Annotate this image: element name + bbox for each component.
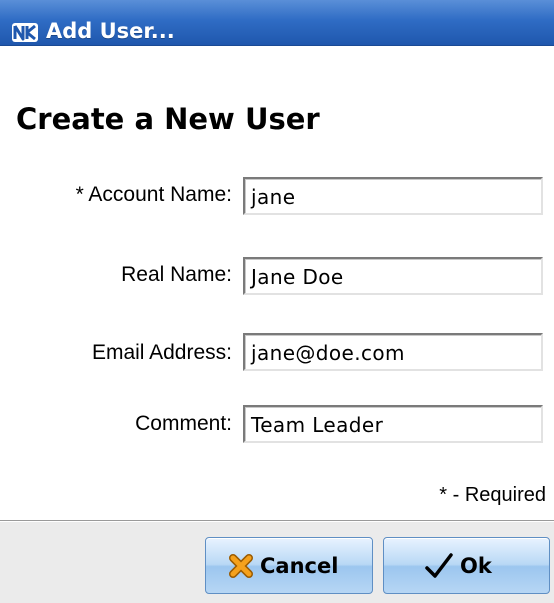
window-title: Add User... — [46, 19, 175, 43]
email-address-input[interactable]: jane@doe.com — [243, 333, 543, 371]
cancel-button[interactable]: Cancel — [205, 537, 373, 594]
account-name-label: * Account Name: — [75, 183, 232, 206]
cancel-button-label: Cancel — [260, 554, 339, 578]
page-heading: Create a New User — [16, 102, 320, 136]
account-name-value: jane — [251, 185, 296, 209]
ok-button-label: Ok — [460, 554, 492, 578]
comment-label: Comment: — [135, 412, 232, 435]
checkmark-icon — [424, 553, 454, 583]
real-name-input[interactable]: Jane Doe — [243, 257, 543, 295]
email-address-value: jane@doe.com — [251, 341, 405, 365]
required-note: * - Required — [439, 484, 546, 506]
real-name-label: Real Name: — [121, 263, 232, 286]
title-bar[interactable]: Add User... — [0, 0, 554, 46]
real-name-value: Jane Doe — [251, 265, 344, 289]
app-logo-icon — [12, 23, 38, 42]
account-name-input[interactable]: jane — [243, 177, 543, 215]
x-icon — [228, 553, 254, 583]
ok-button[interactable]: Ok — [383, 537, 550, 594]
email-address-label: Email Address: — [91, 341, 232, 364]
comment-value: Team Leader — [251, 413, 384, 437]
comment-input[interactable]: Team Leader — [243, 405, 543, 443]
